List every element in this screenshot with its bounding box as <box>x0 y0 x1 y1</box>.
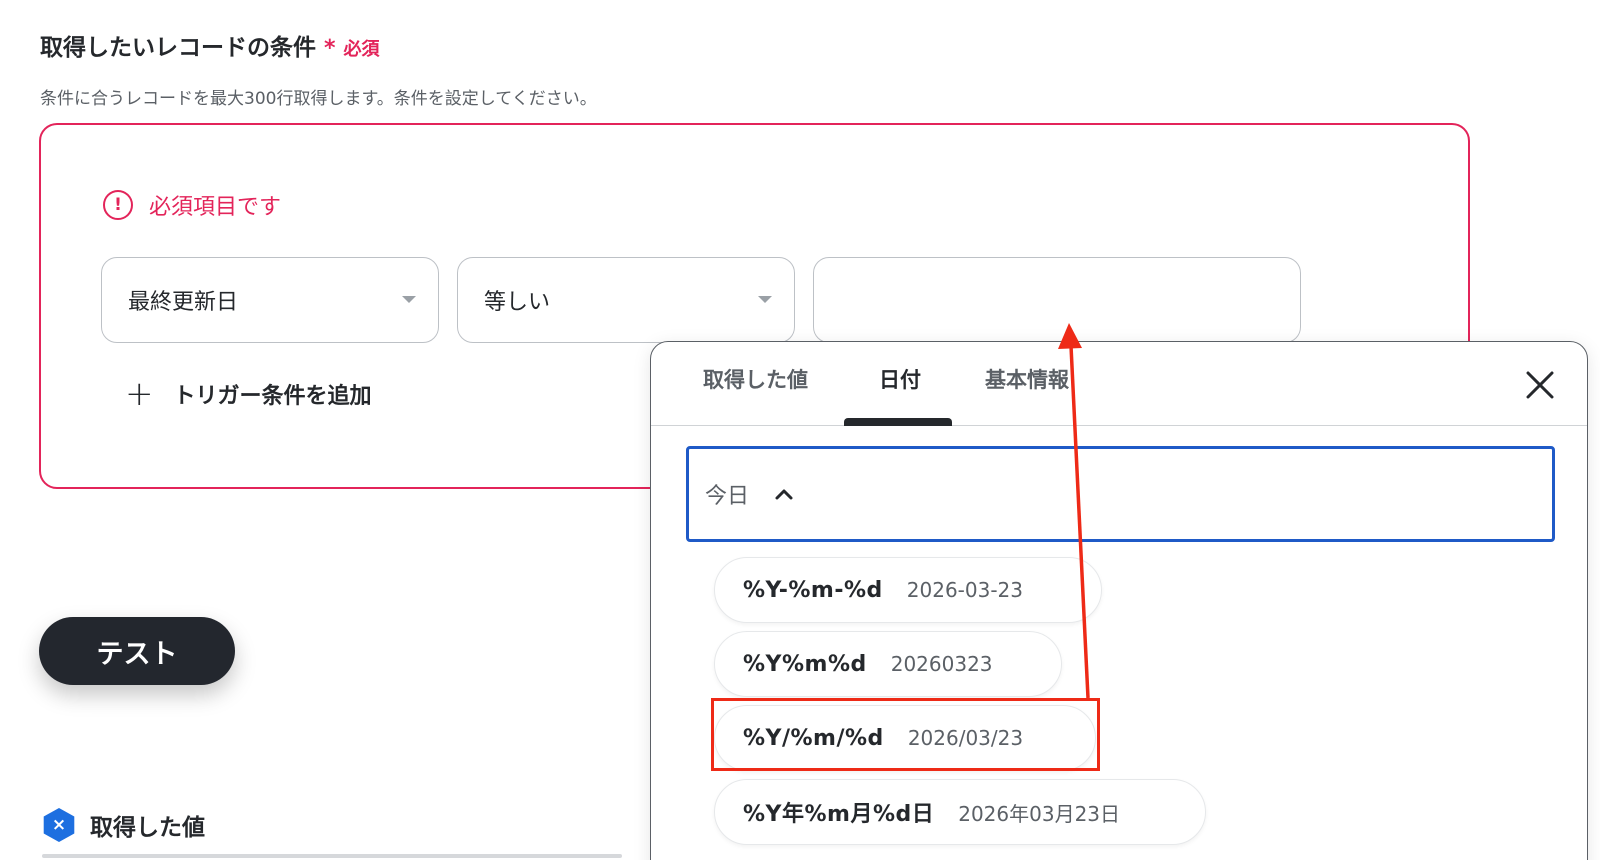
popover-tabs: 取得した値 日付 基本情報 <box>651 342 1587 426</box>
section-description: 条件に合うレコードを最大300行取得します。条件を設定してください。 <box>40 89 597 109</box>
field-select-value: 最終更新日 <box>128 290 239 315</box>
acquired-values-title: 取得した値 <box>90 815 205 841</box>
format-pattern: %Y%m%d <box>743 651 867 677</box>
plus-icon: + <box>125 374 154 414</box>
test-button[interactable]: テスト <box>39 617 235 685</box>
required-label: 必須 <box>343 39 380 60</box>
date-format-option[interactable]: %Y-%m-%d 2026-03-23 <box>714 557 1102 623</box>
add-trigger-condition-button[interactable]: + トリガー条件を追加 <box>125 377 372 411</box>
format-pattern: %Y-%m-%d <box>743 577 883 603</box>
format-example: 2026年03月23日 <box>958 801 1121 826</box>
format-example: 20260323 <box>890 652 993 676</box>
active-tab-indicator <box>844 418 952 426</box>
date-format-option[interactable]: %Y年%m月%d日 2026年03月23日 <box>714 779 1206 845</box>
cut-off-text-line <box>42 848 622 860</box>
annotation-highlight-box <box>711 698 1100 771</box>
section-title-text: 取得したいレコードの条件 <box>40 35 316 61</box>
error-text: 必須項目です <box>149 195 282 220</box>
date-format-option[interactable]: %Y%m%d 20260323 <box>714 631 1062 697</box>
tab-acquired-values[interactable]: 取得した値 <box>703 364 808 394</box>
caret-down-icon <box>402 296 416 303</box>
format-example: 2026-03-23 <box>906 578 1023 602</box>
variable-hexagon-icon: × <box>43 808 75 842</box>
date-group-label: 今日 <box>705 484 750 509</box>
chevron-up-icon[interactable] <box>773 483 795 505</box>
caret-down-icon <box>758 296 772 303</box>
tab-basic-info[interactable]: 基本情報 <box>985 364 1069 394</box>
field-select[interactable]: 最終更新日 <box>101 257 439 343</box>
required-asterisk: * <box>324 36 336 61</box>
error-message: ! 必須項目です <box>103 189 281 221</box>
section-title: 取得したいレコードの条件 * 必須 <box>40 28 380 62</box>
variable-picker-popover: 取得した値 日付 基本情報 今日 %Y-%m-%d 2026-03-23 %Y%… <box>650 341 1588 860</box>
operator-select[interactable]: 等しい <box>457 257 795 343</box>
exclamation-circle-icon: ! <box>103 190 133 220</box>
tab-date[interactable]: 日付 <box>879 364 921 394</box>
close-icon[interactable] <box>1523 368 1557 402</box>
add-trigger-label: トリガー条件を追加 <box>173 384 372 409</box>
acquired-values-heading: × 取得した値 <box>42 808 205 842</box>
format-pattern: %Y年%m月%d日 <box>743 802 935 827</box>
operator-select-value: 等しい <box>484 290 551 315</box>
date-group-header[interactable]: 今日 <box>686 446 1555 542</box>
value-input[interactable] <box>813 257 1301 343</box>
